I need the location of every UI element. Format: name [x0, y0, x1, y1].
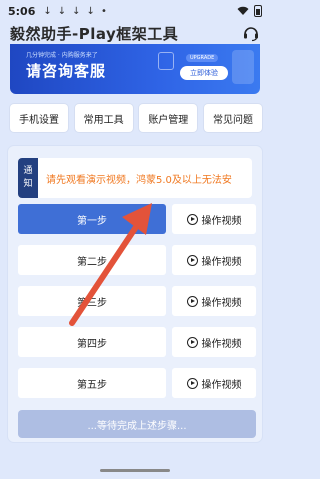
step-3-video-button[interactable]: 操作视频 [172, 286, 256, 316]
wifi-icon [237, 6, 249, 15]
app-title: 毅然助手-Play框架工具 [10, 24, 179, 43]
video-button-label: 操作视频 [201, 338, 242, 350]
play-icon [186, 336, 198, 348]
step-1-video-button[interactable]: 操作视频 [172, 204, 256, 234]
play-icon [186, 254, 198, 266]
status-bar: 5:06 ↓ ↓ ↓ ↓ • [0, 0, 270, 22]
play-icon [186, 377, 198, 389]
status-right [237, 5, 262, 17]
steps-panel: 通 知 请先观看演示视频，鸿蒙5.0及以上无法安 第一步 操作视频 第二步 操作… [8, 146, 262, 442]
video-button-label: 操作视频 [201, 297, 242, 309]
notice-label-line1: 通 [23, 166, 33, 176]
video-button-label: 操作视频 [201, 215, 242, 227]
step-row: 第四步 操作视频 [18, 327, 256, 357]
step-2-button[interactable]: 第二步 [18, 245, 166, 275]
notice-label: 通 知 [18, 158, 38, 198]
step-row: 第五步 操作视频 [18, 368, 256, 398]
battery-icon [254, 5, 262, 17]
notification-dot-icon: • [100, 5, 107, 17]
banner-try-button[interactable]: 立即体验 [180, 66, 228, 80]
banner-subtext: 几分钟完成 · 内购服务来了 [26, 52, 98, 59]
phone-settings-button[interactable]: 手机设置 [10, 104, 68, 132]
play-icon [186, 295, 198, 307]
home-gesture-bar[interactable] [100, 468, 170, 472]
notice-label-line2: 知 [23, 179, 33, 189]
step-row: 第三步 操作视频 [18, 286, 256, 316]
download-icon: ↓ [72, 5, 81, 17]
app-header: 毅然助手-Play框架工具 [0, 22, 270, 44]
step-row: 第二步 操作视频 [18, 245, 256, 275]
step-4-video-button[interactable]: 操作视频 [172, 327, 256, 357]
download-icon: ↓ [86, 5, 95, 17]
faq-button[interactable]: 常见问题 [203, 104, 262, 132]
notice-text: 请先观看演示视频，鸿蒙5.0及以上无法安 [46, 174, 232, 186]
download-icon: ↓ [43, 5, 52, 17]
tool-toolbar: 手机设置 常用工具 账户管理 常见问题 [10, 104, 262, 132]
chip-icon [158, 52, 174, 70]
waiting-status-bar: ...等待完成上述步骤... [18, 410, 256, 438]
step-3-button[interactable]: 第三步 [18, 286, 166, 316]
step-4-button[interactable]: 第四步 [18, 327, 166, 357]
download-icon: ↓ [57, 5, 67, 17]
banner-headline: 请咨询客服 [26, 62, 107, 80]
step-5-video-button[interactable]: 操作视频 [172, 368, 256, 398]
step-row: 第一步 操作视频 [18, 204, 256, 234]
phone-illustration-icon [232, 50, 254, 84]
banner-tag: UPGRADE [186, 54, 219, 62]
account-management-button[interactable]: 账户管理 [139, 104, 198, 132]
step-2-video-button[interactable]: 操作视频 [172, 245, 256, 275]
video-button-label: 操作视频 [201, 379, 242, 391]
system-nav-bar [0, 461, 270, 479]
headset-icon[interactable] [242, 24, 260, 42]
step-5-button[interactable]: 第五步 [18, 368, 166, 398]
notice-box: 通 知 请先观看演示视频，鸿蒙5.0及以上无法安 [18, 158, 252, 198]
status-time: 5:06 [8, 4, 36, 18]
common-tools-button[interactable]: 常用工具 [74, 104, 133, 132]
promo-banner[interactable]: 几分钟完成 · 内购服务来了 请咨询客服 UPGRADE 立即体验 [10, 44, 260, 94]
step-1-button[interactable]: 第一步 [18, 204, 166, 234]
video-button-label: 操作视频 [201, 256, 242, 268]
play-icon [186, 213, 198, 225]
